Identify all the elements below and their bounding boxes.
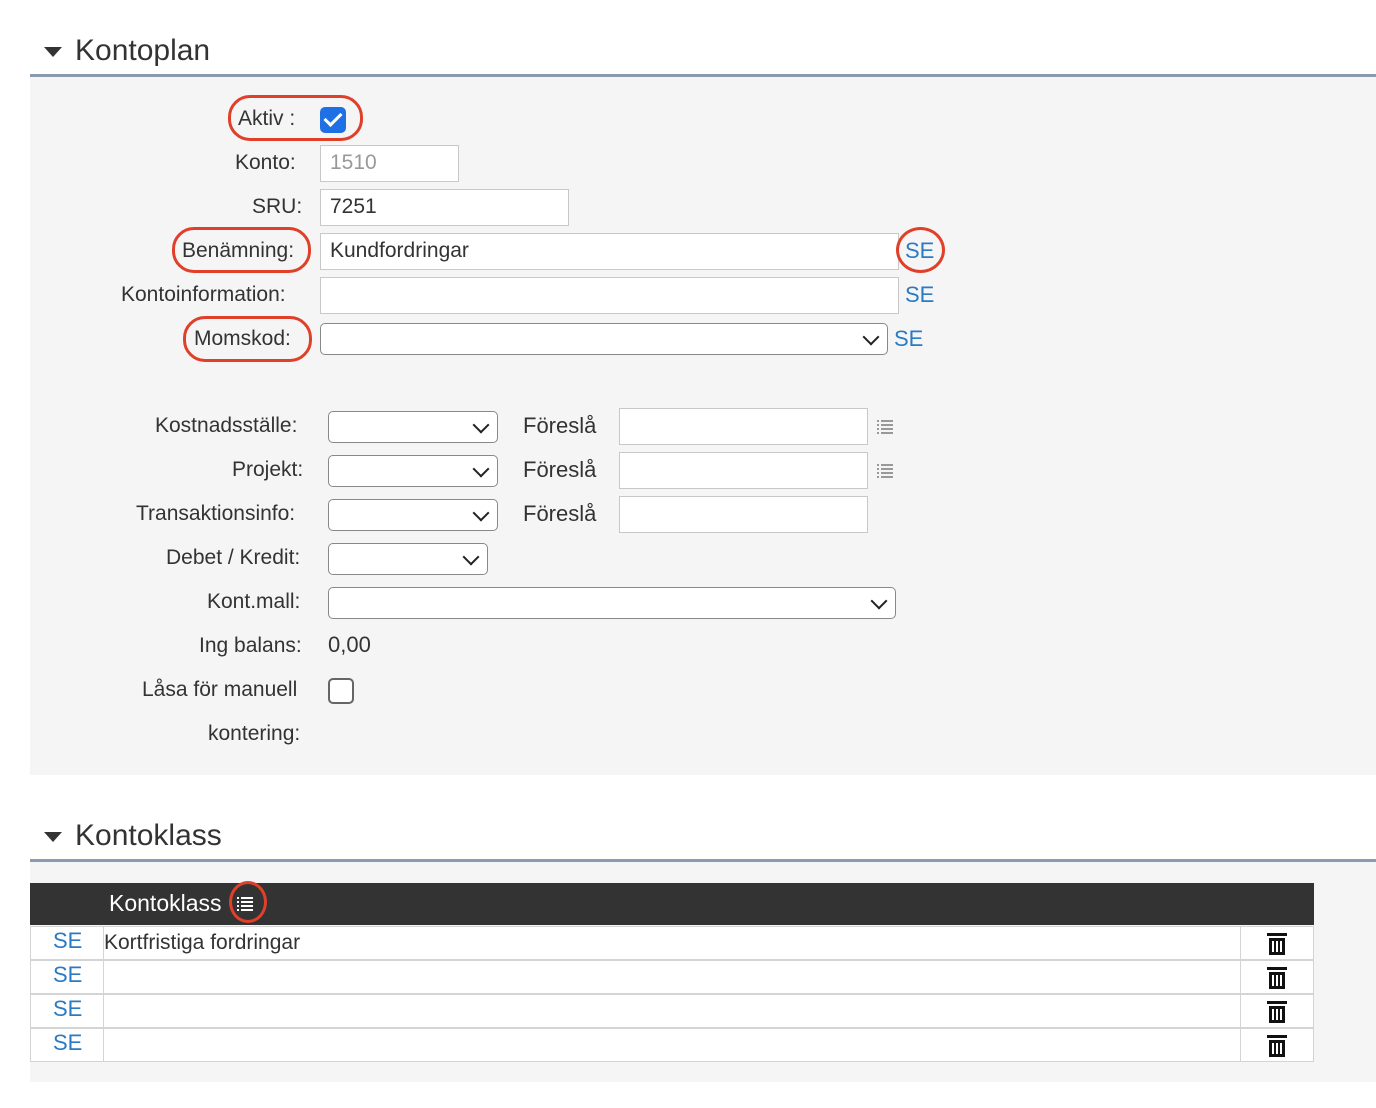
kontoklass-table-header: Kontoklass (30, 883, 1314, 925)
projekt-foresla-field[interactable] (619, 452, 868, 489)
caret-down-icon[interactable] (44, 832, 62, 842)
konto-label: Konto: (235, 151, 296, 174)
foresla-label: Föreslå (523, 501, 597, 526)
kontoinfo-lang-link[interactable]: SE (905, 282, 934, 308)
trash-icon[interactable] (1266, 932, 1288, 956)
momskod-label: Momskod: (194, 327, 291, 350)
list-icon[interactable] (877, 420, 893, 434)
table-row: SE (30, 960, 1314, 994)
ing-balans-label: Ing balans: (199, 634, 302, 657)
chevron-down-icon (472, 460, 490, 478)
projekt-label: Projekt: (232, 458, 304, 481)
kontmall-select[interactable] (328, 587, 896, 619)
benamning-field[interactable]: Kundfordringar (320, 233, 899, 270)
chevron-down-icon (862, 328, 880, 346)
foresla-label: Föreslå (523, 413, 597, 438)
chevron-down-icon (472, 504, 490, 522)
ing-balans-value: 0,00 (328, 632, 371, 657)
lasa-label-line2: kontering: (208, 722, 301, 745)
kostnadsstalle-label: Kostnadsställe: (155, 414, 298, 437)
kontoinfo-label: Kontoinformation: (121, 283, 286, 306)
debet-kredit-select[interactable] (328, 543, 488, 575)
row-lang-link[interactable]: SE (53, 996, 82, 1022)
row-lang-link[interactable]: SE (53, 962, 82, 988)
lasa-label-line1: Låsa för manuell (142, 678, 298, 701)
row-lang-link[interactable]: SE (53, 1030, 82, 1056)
kontoplan-header[interactable]: Kontoplan (30, 30, 1376, 77)
lasa-checkbox[interactable] (328, 678, 354, 704)
row-lang-link[interactable]: SE (53, 928, 82, 954)
foresla-label: Föreslå (523, 457, 597, 482)
kostnadsstalle-select[interactable] (328, 411, 498, 443)
row-value[interactable]: Kortfristiga fordringar (104, 931, 300, 955)
transaktionsinfo-label: Transaktionsinfo: (136, 502, 296, 525)
section-title: Kontoplan (75, 34, 211, 67)
konto-field[interactable]: 1510 (320, 145, 459, 182)
list-icon[interactable] (877, 464, 893, 478)
debet-kredit-label: Debet / Kredit: (166, 546, 301, 569)
aktiv-label: Aktiv : (238, 107, 296, 130)
trash-icon[interactable] (1266, 966, 1288, 990)
caret-down-icon[interactable] (44, 47, 62, 57)
kontoklass-header[interactable]: Kontoklass (30, 815, 1376, 862)
sru-label: SRU: (252, 195, 303, 218)
table-row: SE (30, 1028, 1314, 1062)
table-row: SE (30, 994, 1314, 1028)
chevron-down-icon (870, 592, 888, 610)
projekt-select[interactable] (328, 455, 498, 487)
section-title: Kontoklass (75, 819, 222, 852)
chevron-down-icon (462, 548, 480, 566)
kontmall-label: Kont.mall: (207, 590, 301, 613)
sru-field[interactable]: 7251 (320, 189, 569, 226)
chevron-down-icon (472, 416, 490, 434)
benamning-label: Benämning: (182, 239, 295, 262)
trash-icon[interactable] (1266, 1000, 1288, 1024)
aktiv-checkbox[interactable] (320, 107, 346, 133)
kostnadsstalle-foresla-field[interactable] (619, 408, 868, 445)
momskod-lang-link[interactable]: SE (894, 326, 923, 352)
transaktionsinfo-select[interactable] (328, 499, 498, 531)
table-row: SE Kortfristiga fordringar (30, 926, 1314, 960)
list-icon[interactable] (237, 897, 253, 911)
momskod-select[interactable] (320, 323, 888, 355)
benamning-lang-link[interactable]: SE (905, 238, 934, 264)
trash-icon[interactable] (1266, 1034, 1288, 1058)
transaktionsinfo-foresla-field[interactable] (619, 496, 868, 533)
kontoinfo-field[interactable] (320, 277, 899, 314)
column-header: Kontoklass (109, 890, 222, 916)
